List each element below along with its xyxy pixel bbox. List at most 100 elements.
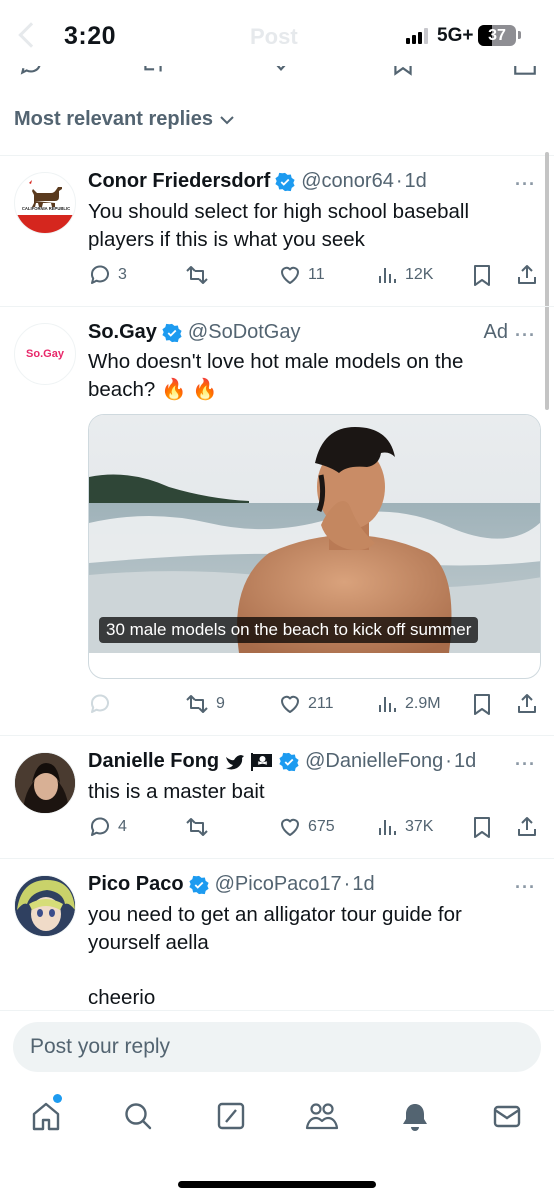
messages-icon[interactable] — [487, 1096, 527, 1136]
views-button[interactable]: 2.9M — [375, 692, 441, 716]
network-label: 5G+ — [437, 25, 474, 46]
verified-badge-icon — [189, 875, 209, 895]
more-options-icon[interactable]: ··· — [515, 325, 536, 346]
bookmark-icon — [474, 694, 490, 715]
notifications-icon[interactable] — [395, 1096, 435, 1136]
author-name[interactable]: Danielle Fong — [88, 750, 219, 773]
views-icon — [379, 268, 396, 283]
faded-page-title: Post — [250, 24, 298, 49]
like-button[interactable]: 675 — [278, 815, 335, 839]
like-count: 211 — [308, 695, 334, 712]
author-name[interactable]: Conor Friedersdorf — [88, 170, 270, 193]
author-name[interactable]: Pico Paco — [88, 873, 184, 896]
bird-emoji-icon — [225, 753, 245, 771]
divider — [0, 858, 554, 859]
bookmark-icon — [474, 265, 490, 286]
reply-input[interactable] — [13, 1022, 541, 1072]
divider — [0, 306, 554, 307]
bookmark-button[interactable] — [471, 263, 493, 287]
like-button[interactable]: 211 — [278, 692, 334, 716]
heart-icon — [281, 266, 299, 284]
repost-button[interactable] — [184, 263, 216, 287]
back-arrow-icon[interactable] — [18, 22, 44, 48]
more-options-icon[interactable]: ··· — [515, 754, 536, 775]
verified-badge-icon — [279, 752, 299, 772]
divider — [0, 735, 554, 736]
repost-icon — [186, 266, 208, 284]
battery-level: 37 — [488, 26, 506, 44]
separator-dot: · — [343, 873, 351, 895]
share-icon — [518, 265, 536, 284]
author-handle[interactable]: @conor64 — [301, 170, 394, 193]
bookmark-button[interactable] — [471, 692, 493, 716]
share-icon — [518, 694, 536, 713]
repost-button[interactable]: 9 — [184, 692, 225, 716]
bookmark-button[interactable] — [471, 815, 493, 839]
like-button[interactable]: 11 — [278, 263, 325, 287]
repost-icon — [186, 818, 208, 836]
author-name[interactable]: So.Gay — [88, 321, 157, 344]
views-count: 37K — [405, 818, 434, 835]
share-button[interactable] — [515, 692, 539, 716]
signal-icon — [406, 28, 428, 44]
views-button[interactable]: 37K — [375, 815, 433, 839]
search-icon[interactable] — [118, 1096, 158, 1136]
post-header: Pico Paco @PicoPaco17 · 1d — [88, 873, 375, 896]
media-caption: 30 male models on the beach to kick off … — [99, 617, 479, 643]
verified-badge-icon — [275, 172, 295, 192]
repost-button[interactable] — [184, 815, 216, 839]
heart-icon — [281, 695, 299, 713]
chevron-down-icon — [220, 115, 234, 124]
post-header: So.Gay @SoDotGay — [88, 321, 301, 344]
post-time[interactable]: 1d — [405, 170, 427, 193]
views-button[interactable]: 12K — [375, 263, 433, 287]
reply-button[interactable]: 3 — [88, 263, 127, 287]
post-text-line: cheerio — [88, 986, 156, 1009]
post-header: Danielle Fong @DanielleFong · 1d — [88, 750, 476, 773]
post-text: this is a master bait — [88, 780, 265, 803]
reply-button[interactable] — [88, 692, 118, 716]
divider — [0, 155, 554, 156]
avatar[interactable] — [14, 875, 76, 937]
replies-sort-dropdown[interactable]: Most relevant replies — [14, 108, 235, 131]
avatar[interactable] — [14, 752, 76, 814]
share-button[interactable] — [515, 815, 539, 839]
separator-dot: · — [445, 750, 452, 772]
share-button[interactable] — [515, 263, 539, 287]
post-time[interactable]: 1d — [352, 873, 374, 896]
avatar[interactable]: So.Gay — [14, 323, 76, 385]
reply-count: 4 — [118, 818, 127, 835]
repost-icon — [186, 695, 208, 713]
reply-button[interactable]: 4 — [88, 815, 127, 839]
share-icon — [518, 817, 536, 836]
post-header: Conor Friedersdorf @conor64 · 1d — [88, 170, 427, 193]
post-time[interactable]: 1d — [454, 750, 476, 773]
replies-sort-label: Most relevant replies — [14, 108, 213, 130]
post-text: You should select for high school baseba… — [88, 200, 470, 251]
views-count: 2.9M — [405, 695, 441, 712]
like-count: 11 — [308, 266, 325, 283]
pirate-flag-icon — [250, 752, 274, 772]
avatar[interactable]: CALIFORNIA REPUBLIC — [14, 172, 76, 234]
notification-dot — [53, 1094, 62, 1103]
reply-icon — [90, 817, 109, 836]
more-options-icon[interactable]: ··· — [515, 877, 536, 898]
post-text: you need to get an alligator tour guide … — [88, 903, 462, 954]
home-indicator — [178, 1181, 376, 1188]
status-time: 3:20 — [64, 22, 117, 50]
post-actions: 9 211 2.9M — [88, 692, 538, 718]
author-handle[interactable]: @SoDotGay — [188, 321, 301, 344]
heart-icon — [281, 818, 299, 836]
communities-icon[interactable] — [302, 1096, 342, 1136]
views-icon — [379, 820, 396, 835]
views-icon — [379, 697, 396, 712]
author-handle[interactable]: @DanielleFong — [305, 750, 443, 773]
verified-badge-icon — [162, 323, 182, 343]
author-handle[interactable]: @PicoPaco17 — [215, 873, 342, 896]
bookmark-icon — [474, 817, 490, 838]
battery-cap — [518, 31, 521, 39]
more-options-icon[interactable]: ··· — [515, 174, 536, 195]
grok-icon[interactable] — [211, 1096, 251, 1136]
media-card[interactable]: 30 male models on the beach to kick off … — [88, 414, 541, 679]
scrollbar[interactable] — [545, 152, 549, 410]
